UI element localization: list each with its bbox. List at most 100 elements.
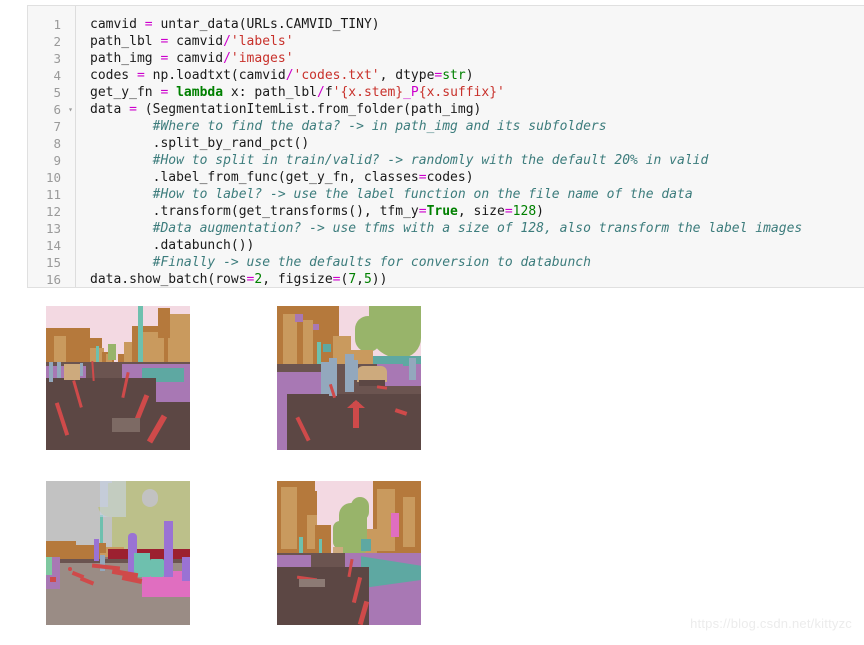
code-token: codes): [426, 170, 474, 185]
code-line: path_img = camvid/'images': [90, 50, 864, 67]
code-line: #How to label? -> use the label function…: [90, 186, 864, 203]
code-token: =: [418, 204, 427, 219]
code-token: ): [536, 204, 544, 219]
code-token: /: [223, 34, 231, 49]
code-line: path_lbl = camvid/'labels': [90, 33, 864, 50]
line-number-row: 3: [28, 50, 75, 67]
line-number-row: 14: [28, 237, 75, 254]
line-number-gutter: 1 2 3 4 5 6 ▾ 7 8 9 10 11 12 13 14 15 16: [28, 6, 76, 287]
line-number: 3: [53, 51, 61, 66]
code-token: .label_from_func(get_y_fn, classes: [90, 170, 419, 185]
code-token: _P: [403, 85, 419, 100]
line-number-row: 6 ▾: [28, 101, 75, 118]
code-token: =: [418, 170, 427, 185]
code-line: .databunch()): [90, 237, 864, 254]
segmentation-image-4: [277, 481, 421, 625]
line-number-row: 12: [28, 203, 75, 220]
code-token: /: [317, 85, 325, 100]
code-line: camvid = untar_data(URLs.CAMVID_TINY): [90, 16, 864, 33]
line-number-row: 2: [28, 33, 75, 50]
code-token: 5: [363, 272, 372, 287]
line-number: 5: [53, 85, 61, 100]
code-token: {x.suffix}': [418, 85, 505, 100]
code-token: camvid: [90, 17, 145, 32]
code-token: get_y_fn: [90, 85, 161, 100]
code-token: camvid: [168, 34, 224, 49]
code-line: #Data augmentation? -> use tfms with a s…: [90, 220, 864, 237]
code-line: #Finally -> use the defaults for convers…: [90, 254, 864, 271]
line-number-row: 8: [28, 135, 75, 152]
image-grid-row: [46, 306, 424, 450]
code-token: lambda: [176, 85, 224, 100]
code-line: get_y_fn = lambda x: path_lbl/f'{x.stem}…: [90, 84, 864, 101]
code-fold-arrow-icon[interactable]: ▾: [68, 101, 73, 118]
line-number: 4: [53, 68, 61, 83]
code-token: '{x.stem}: [332, 85, 404, 100]
code-token: ,: [356, 272, 364, 287]
code-token: True: [426, 204, 458, 219]
code-line: codes = np.loadtxt(camvid/'codes.txt', d…: [90, 67, 864, 84]
notebook-code-cell[interactable]: 1 2 3 4 5 6 ▾ 7 8 9 10 11 12 13 14 15 16…: [27, 5, 864, 288]
code-token: path_img: [90, 51, 161, 66]
line-number-row: 16: [28, 271, 75, 287]
code-token: /: [285, 68, 294, 83]
line-number: 6: [53, 102, 61, 117]
line-number: 16: [45, 272, 61, 287]
code-token: 'images': [230, 51, 294, 66]
code-token: #How to split in train/valid? -> randoml…: [152, 153, 709, 168]
code-token: 'labels': [230, 34, 294, 49]
code-token: , dtype: [379, 68, 435, 83]
code-token: codes: [90, 68, 137, 83]
watermark-text: https://blog.csdn.net/kittyzc: [690, 616, 852, 631]
code-token: )): [371, 272, 388, 287]
code-token: 'codes.txt': [293, 68, 380, 83]
code-token: data.show_batch(rows: [90, 272, 247, 287]
code-token: #Finally -> use the defaults for convers…: [152, 255, 591, 270]
line-number: 9: [53, 153, 61, 168]
line-number-row: 9: [28, 152, 75, 169]
line-number-row: 10: [28, 169, 75, 186]
segmentation-image-1: [46, 306, 190, 450]
code-token: #How to label? -> use the label function…: [152, 187, 693, 202]
code-token: =: [504, 204, 513, 219]
code-token: ): [465, 68, 474, 83]
code-token: =: [144, 17, 153, 32]
image-grid-row: [46, 481, 424, 625]
line-number-row: 4: [28, 67, 75, 84]
code-line: .label_from_func(get_y_fn, classes=codes…: [90, 169, 864, 186]
line-number-row: 13: [28, 220, 75, 237]
cell-output-image-grid: [46, 306, 424, 626]
segmentation-image-2: [277, 306, 421, 450]
line-number: 1: [53, 17, 61, 32]
line-number: 12: [45, 204, 61, 219]
code-token: x: path_lbl: [223, 85, 317, 100]
line-number: 15: [45, 255, 61, 270]
code-token: (SegmentationItemList.from_folder(path_i…: [136, 102, 482, 117]
code-editor-area[interactable]: camvid = untar_data(URLs.CAMVID_TINY) pa…: [76, 6, 864, 287]
code-token: .split_by_rand_pct(): [90, 136, 310, 151]
code-token: =: [136, 68, 145, 83]
code-token: #Where to find the data? -> in path_img …: [152, 119, 607, 134]
segmentation-image-3: [46, 481, 190, 625]
line-number: 7: [53, 119, 61, 134]
code-token: .transform(get_transforms(), tfm_y: [90, 204, 419, 219]
code-line: .transform(get_transforms(), tfm_y=True,…: [90, 203, 864, 220]
code-token: data: [90, 102, 130, 117]
line-number: 14: [45, 238, 61, 253]
line-number-row: 15: [28, 254, 75, 271]
code-token: untar_data(URLs.CAMVID_TINY): [152, 17, 380, 32]
line-number-row: 7: [28, 118, 75, 135]
code-line: data.show_batch(rows=2, figsize=(7,5)): [90, 271, 864, 287]
code-token: .databunch()): [90, 238, 255, 253]
line-number: 10: [45, 170, 61, 185]
line-number: 2: [53, 34, 61, 49]
code-token: 7: [348, 272, 357, 287]
line-number-row: 1: [28, 16, 75, 33]
code-token: camvid: [168, 51, 224, 66]
line-number: 13: [45, 221, 61, 236]
